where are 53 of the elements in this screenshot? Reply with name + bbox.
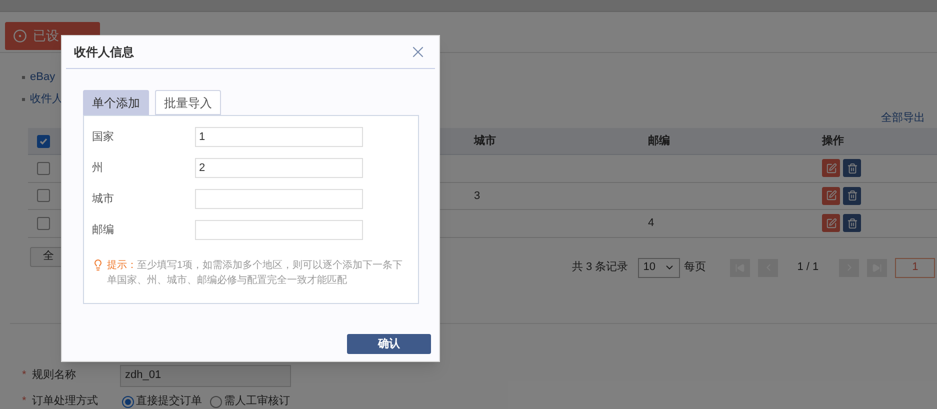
- radio-label: 直接提交订单: [136, 394, 202, 409]
- field-label: 订单处理方式: [32, 394, 99, 409]
- column-header: 邮编: [648, 134, 670, 147]
- required-mark: *: [22, 394, 28, 409]
- dialog-title: 收件人信息: [74, 44, 134, 61]
- input-field[interactable]: 1: [195, 127, 363, 147]
- column-header: 城市: [474, 134, 496, 147]
- checkbox[interactable]: [36, 189, 50, 202]
- page-size-select[interactable]: 10: [638, 258, 680, 278]
- input-field[interactable]: [195, 189, 363, 209]
- trash-icon: [846, 190, 858, 202]
- column-header: 操作: [822, 134, 844, 147]
- field-label: 州: [92, 160, 104, 176]
- checkbox[interactable]: [36, 162, 50, 175]
- field-label: 邮编: [92, 222, 115, 238]
- delete-button[interactable]: [843, 214, 861, 232]
- per-page-label: 每页: [684, 260, 706, 276]
- edit-icon: [826, 218, 836, 229]
- radio-button[interactable]: [210, 396, 222, 408]
- input-field[interactable]: [195, 220, 363, 240]
- delete-button[interactable]: [843, 159, 861, 178]
- table-cell: 4: [648, 217, 654, 229]
- edit-button[interactable]: [822, 214, 840, 232]
- record-count: 共 3 条记录: [572, 260, 628, 276]
- tab[interactable]: 批量导入: [155, 90, 221, 115]
- edit-icon: [826, 190, 836, 202]
- banner-text: 已设: [33, 27, 59, 46]
- tab[interactable]: 单个添加: [83, 90, 149, 115]
- rule-name-field[interactable]: zdh_01: [120, 364, 291, 386]
- hint-text: 提示：至少填写1项，如需添加多个地区，则可以逐个添加下一条下单国家、州、城市、邮编必修与配置完全一致才能匹配: [107, 258, 404, 288]
- input-field[interactable]: 2: [195, 158, 363, 178]
- checkbox[interactable]: [36, 134, 50, 148]
- circle-dot-icon: [13, 29, 27, 43]
- trash-icon: [846, 218, 858, 229]
- radio-label: 需人工审核订: [224, 394, 290, 409]
- checkbox[interactable]: [36, 216, 50, 230]
- required-mark: *: [22, 368, 28, 384]
- trash-icon: [846, 162, 858, 174]
- radio-button[interactable]: [122, 396, 134, 408]
- field-label: 城市: [92, 192, 115, 207]
- field-label: 规则名称: [32, 368, 77, 384]
- edit-button[interactable]: [822, 186, 840, 205]
- edit-button[interactable]: [822, 159, 840, 178]
- note-text: eBay: [30, 70, 56, 85]
- edit-icon: [826, 162, 836, 174]
- table-cell: 3: [474, 190, 480, 202]
- checkmark-icon: [38, 136, 48, 146]
- lightbulb-icon: [92, 259, 104, 271]
- field-label: 国家: [92, 130, 115, 145]
- delete-button[interactable]: [843, 186, 861, 205]
- confirm-button[interactable]: 确认: [347, 334, 431, 354]
- page-indicator: 1 / 1: [797, 260, 820, 276]
- export-all-link[interactable]: 全部导出: [881, 110, 925, 126]
